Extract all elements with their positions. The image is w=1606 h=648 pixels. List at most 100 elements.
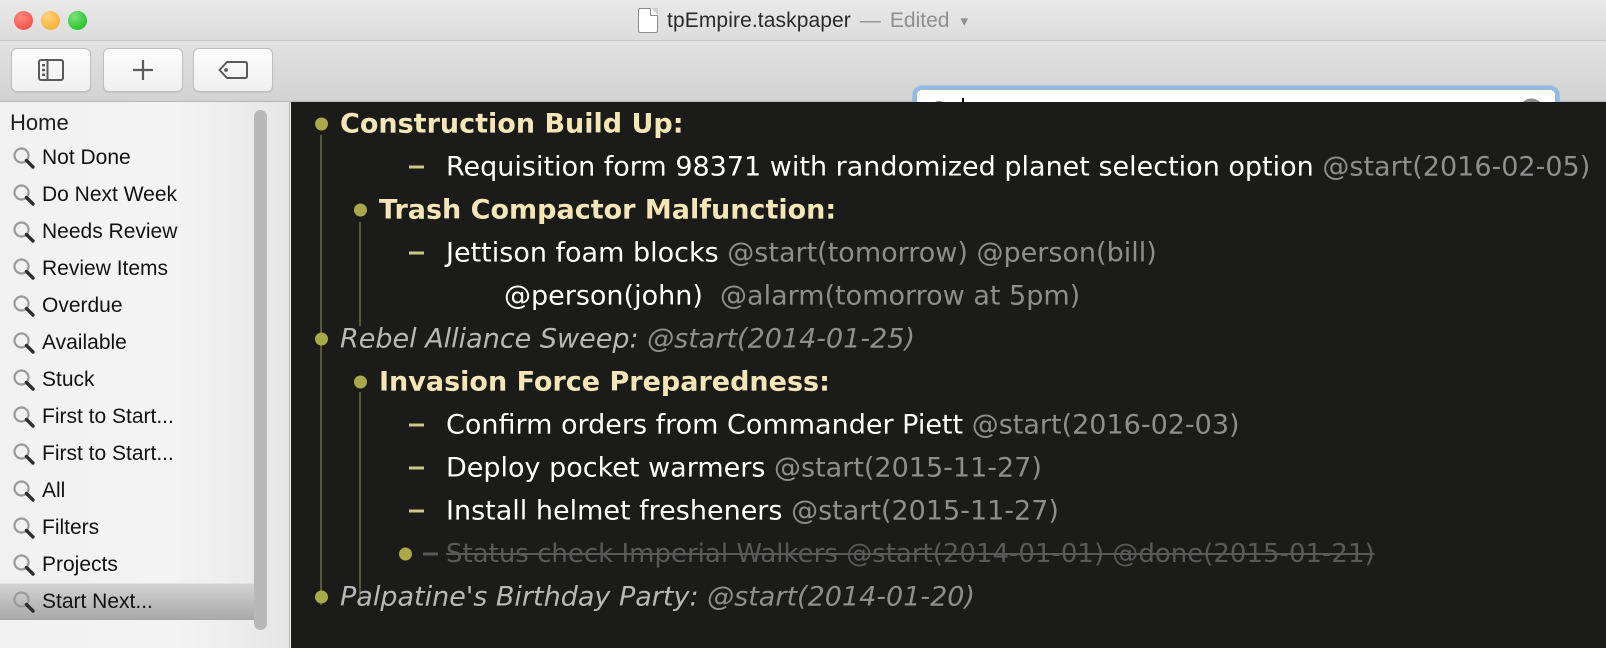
project-row[interactable]: Invasion Force Preparedness: [291, 360, 1606, 403]
line-tags[interactable]: @start(2014-01-20) [707, 581, 975, 612]
magnifier-glyph [13, 331, 35, 354]
sidebar-item-start-next[interactable]: Start Next... [0, 583, 260, 620]
magnifier-glyph [13, 183, 35, 206]
bullet-icon[interactable] [354, 203, 367, 216]
chevron-down-icon[interactable]: ▾ [960, 12, 968, 30]
bullet-icon[interactable] [315, 117, 328, 130]
task-row[interactable]: Jettison foam blocks @start(tomorrow) @p… [291, 231, 1606, 274]
bullet-icon[interactable] [315, 590, 328, 603]
magnifier-icon [12, 368, 36, 392]
line-tags[interactable]: @start(2015-11-27) [774, 452, 1042, 483]
line-title: Invasion Force Preparedness: [379, 366, 830, 397]
document-icon [638, 8, 659, 33]
task-dash-icon [409, 165, 424, 168]
magnifier-glyph [13, 405, 35, 428]
sidebar-item-label: Overdue [42, 293, 123, 317]
magnifier-glyph [13, 553, 35, 576]
sidebar-item-label: Start Next... [42, 589, 153, 613]
sidebar-item-first-to-start[interactable]: First to Start... [0, 435, 289, 472]
line-text: Jettison foam blocks @start(tomorrow) @p… [446, 237, 1157, 268]
magnifier-glyph [13, 516, 35, 539]
line-title: Status check Imperial Walkers @start(201… [446, 538, 1375, 569]
line-tags[interactable]: @start(2016-02-03) [972, 409, 1240, 440]
line-text: Construction Build Up: [340, 108, 684, 139]
sidebar-item-filters[interactable]: Filters [0, 509, 289, 546]
line-title: Palpatine's Birthday Party: [340, 581, 699, 612]
sidebar-item-label: First to Start... [42, 404, 174, 428]
sidebar-scrollbar-thumb[interactable] [254, 110, 267, 630]
task-row[interactable]: Install helmet fresheners @start(2015-11… [291, 489, 1606, 532]
task-dash-icon [409, 251, 424, 254]
bullet-icon[interactable] [399, 547, 412, 560]
document-title: tpEmpire.taskpaper [667, 8, 851, 32]
magnifier-glyph [13, 294, 35, 317]
magnifier-glyph [13, 146, 35, 169]
title-bar: tpEmpire.taskpaper — Edited ▾ [0, 0, 1606, 41]
task-row[interactable]: Confirm orders from Commander Piett @sta… [291, 403, 1606, 446]
sidebar-item-projects[interactable]: Projects [0, 546, 289, 583]
magnifier-glyph [13, 479, 35, 502]
magnifier-icon [12, 516, 36, 540]
magnifier-glyph [13, 220, 35, 243]
task-dash-icon [423, 552, 438, 555]
document-edited-state: Edited [889, 8, 950, 32]
magnifier-glyph [13, 257, 35, 280]
tag-icon [218, 61, 248, 79]
task-row[interactable]: Deploy pocket warmers @start(2015-11-27) [291, 446, 1606, 489]
sidebar-item-overdue[interactable]: Overdue [0, 287, 289, 324]
toggle-sidebar-button[interactable] [11, 48, 91, 92]
line-text: Trash Compactor Malfunction: [379, 194, 836, 225]
sidebar-item-do-next-week[interactable]: Do Next Week [0, 176, 289, 213]
line-tags[interactable]: @start(2014-01-25) [647, 323, 915, 354]
sidebar-item-label: Projects [42, 552, 118, 576]
line-title: Confirm orders from Commander Piett [446, 409, 964, 440]
sidebar-item-all[interactable]: All [0, 472, 289, 509]
line-tags[interactable]: @alarm(tomorrow at 5pm) [720, 280, 1080, 311]
line-title: Deploy pocket warmers [446, 452, 766, 483]
sidebar-list: Not Done Do Next Week Needs Review Revie… [0, 139, 289, 620]
project-row[interactable]: Rebel Alliance Sweep: @start(2014-01-25) [291, 317, 1606, 360]
bullet-icon[interactable] [354, 375, 367, 388]
magnifier-icon [12, 146, 36, 170]
sidebar-item-label: Available [42, 330, 127, 354]
tag-button[interactable] [193, 48, 273, 92]
task-dash-icon [409, 509, 424, 512]
add-item-button[interactable] [103, 48, 183, 92]
document-editor[interactable]: Construction Build Up: Requisition form 9… [291, 102, 1606, 648]
sidebar-item-first-to-start[interactable]: First to Start... [0, 398, 289, 435]
line-tags[interactable]: @start(2016-02-05) [1322, 151, 1590, 182]
sidebar-item-label: Review Items [42, 256, 169, 280]
sidebar[interactable]: Home Not Done Do Next Week Needs Review … [0, 102, 290, 648]
task-dash-icon [409, 423, 424, 426]
project-row[interactable]: Trash Compactor Malfunction: [291, 188, 1606, 231]
sidebar-item-label: Stuck [42, 367, 95, 391]
task-continuation-row[interactable]: @person(john) @alarm(tomorrow at 5pm) [291, 274, 1606, 317]
project-row[interactable]: Construction Build Up: [291, 102, 1606, 145]
sidebar-item-needs-review[interactable]: Needs Review [0, 213, 289, 250]
task-done-row[interactable]: Status check Imperial Walkers @start(201… [291, 532, 1606, 575]
bullet-icon[interactable] [315, 332, 328, 345]
line-text: Rebel Alliance Sweep: @start(2014-01-25) [340, 323, 915, 354]
sidebar-item-review-items[interactable]: Review Items [0, 250, 289, 287]
magnifier-icon [12, 479, 36, 503]
sidebar-item-not-done[interactable]: Not Done [0, 139, 289, 176]
line-title: Requisition form 98371 with randomized p… [446, 151, 1314, 182]
line-tags[interactable]: @start(tomorrow) @person(bill) [727, 237, 1156, 268]
window-title-group: tpEmpire.taskpaper — Edited ▾ [0, 0, 1606, 41]
magnifier-icon [12, 405, 36, 429]
task-row[interactable]: Requisition form 98371 with randomized p… [291, 145, 1606, 188]
title-separator: — [859, 8, 881, 32]
line-text: @person(john) @alarm(tomorrow at 5pm) [504, 280, 1080, 311]
task-dash-icon [409, 466, 424, 469]
plus-icon [133, 60, 153, 80]
line-title: Install helmet fresheners [446, 495, 783, 526]
line-title: Trash Compactor Malfunction: [379, 194, 837, 225]
sidebar-item-label: Do Next Week [42, 182, 177, 206]
line-tag-highlighted[interactable]: @person(john) [504, 280, 703, 311]
project-row[interactable]: Palpatine's Birthday Party: @start(2014-… [291, 575, 1606, 618]
magnifier-glyph [13, 590, 35, 613]
line-tags[interactable]: @start(2015-11-27) [791, 495, 1059, 526]
sidebar-item-stuck[interactable]: Stuck [0, 361, 289, 398]
sidebar-icon [38, 59, 64, 81]
sidebar-item-available[interactable]: Available [0, 324, 289, 361]
